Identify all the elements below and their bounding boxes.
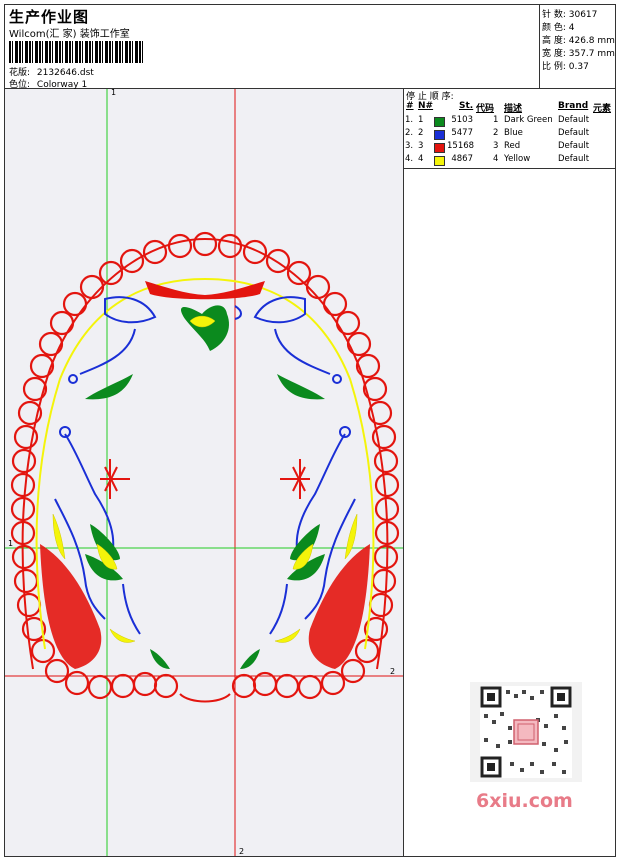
- studio-subtitle: Wilcom(汇 家) 装饰工作室: [9, 29, 130, 40]
- color-swatch: [434, 130, 445, 140]
- embroidery-design: 1 2 1 2: [5, 89, 403, 856]
- stop-sequence-panel: 停 止 顺 序: # N# St. 代码 描述 Brand 元素 1. 1 51…: [404, 89, 616, 169]
- page-title: 生产作业图: [9, 8, 90, 26]
- design-canvas[interactable]: 1 2 1 2: [5, 89, 404, 856]
- guide-label-h2: 2: [390, 667, 395, 676]
- table-row: 2. 2 5477 2 Blue Default: [405, 128, 590, 140]
- stitch-count: 针 数: 30617: [542, 10, 598, 20]
- blue-scrolls: [54, 296, 356, 635]
- col-stitches: St.: [459, 101, 474, 111]
- color-swatch: [434, 117, 445, 127]
- color-swatch: [434, 156, 445, 166]
- green-motifs: [85, 305, 325, 669]
- qr-code: [470, 682, 582, 782]
- barcode: [9, 41, 144, 63]
- red-flowers: [100, 459, 310, 499]
- watermark-text: 6xiu.com: [476, 790, 573, 812]
- guide-label-v2: 2: [239, 847, 244, 856]
- design-stats: 针 数: 30617 颜 色: 4 高 度: 426.8 mm 宽 度: 357…: [540, 5, 616, 89]
- design-height: 高 度: 426.8 mm: [542, 36, 615, 46]
- col-brand: Brand: [558, 101, 589, 111]
- color-count: 颜 色: 4: [542, 23, 575, 33]
- col-code: 代码: [476, 104, 495, 114]
- col-index: #: [406, 101, 414, 111]
- design-width: 宽 度: 357.7 mm: [542, 49, 615, 59]
- color-swatch: [434, 143, 445, 153]
- design-scale: 比 例: 0.37: [542, 62, 589, 72]
- guide-label-v1: 1: [111, 89, 116, 97]
- col-needle: N#: [418, 101, 434, 111]
- guide-label-h1: 1: [8, 539, 13, 548]
- header-info: 生产作业图 Wilcom(汇 家) 装饰工作室 花版: 2132646.dst …: [5, 5, 540, 90]
- table-row: 4. 4 4867 4 Yellow Default: [405, 154, 590, 166]
- col-desc: 描述: [504, 104, 523, 114]
- table-row: 1. 1 5103 1 Dark Green Default: [405, 115, 590, 127]
- col-element: 元素: [593, 104, 612, 114]
- table-row: 3. 3 15168 3 Red Default: [405, 141, 590, 153]
